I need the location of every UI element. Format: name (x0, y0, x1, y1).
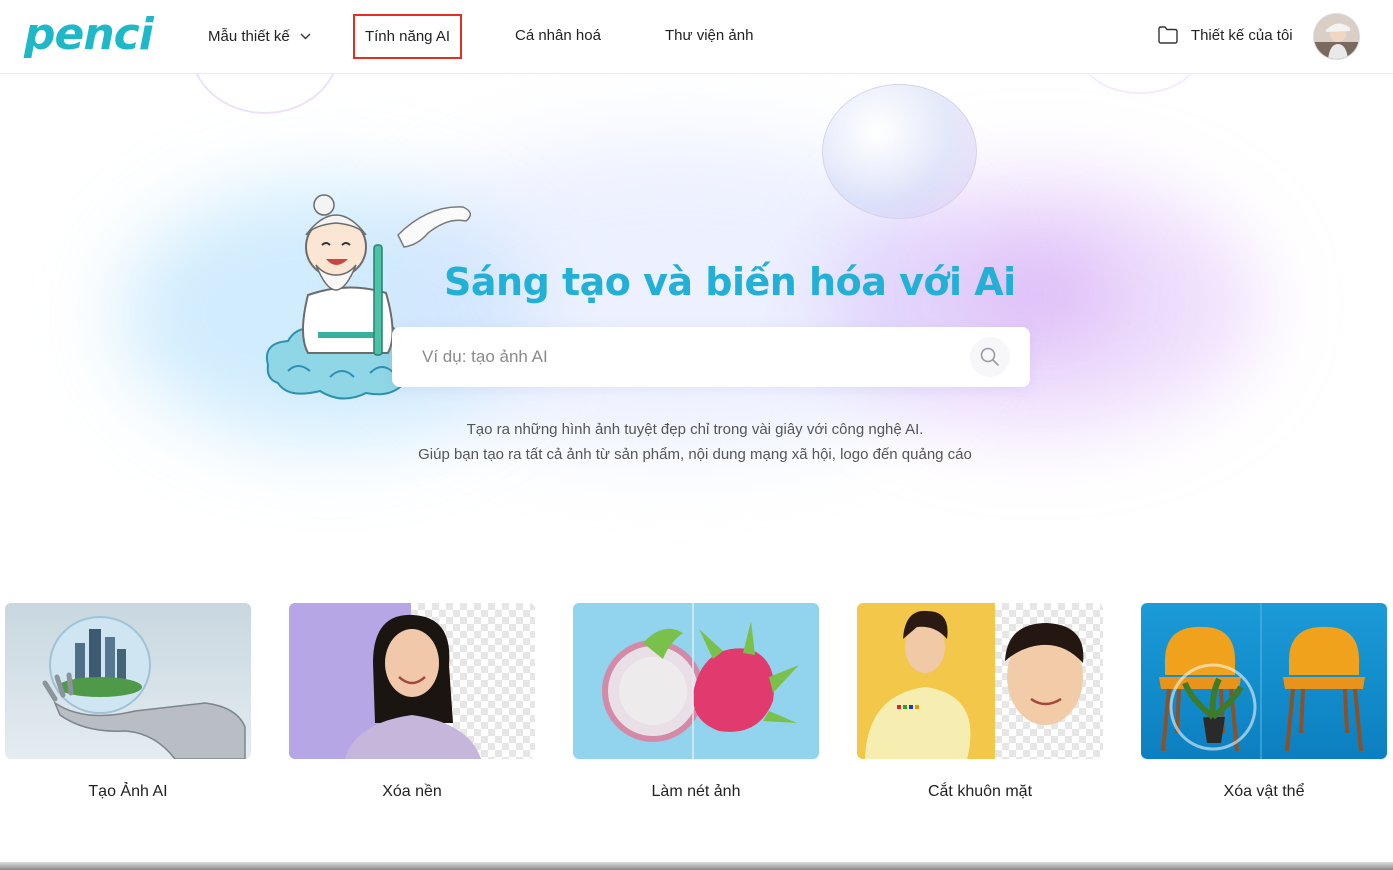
ai-image-thumbnail (5, 603, 251, 759)
nav-photo-gallery[interactable]: Thư viện ảnh (665, 24, 753, 48)
decor-bubble-small (1080, 74, 1200, 94)
face-cutout-thumbnail (857, 603, 1103, 759)
ai-search-box (392, 327, 1030, 387)
my-designs-label: Thiết kế của tôi (1190, 27, 1293, 44)
top-navbar: penci Mẫu thiết kế Tính năng AI Cá nhân … (0, 0, 1393, 74)
sharpen-image-thumbnail (573, 603, 819, 759)
remove-background-thumbnail (289, 603, 535, 759)
feature-card-remove-object[interactable]: Xóa vật thể (1141, 603, 1387, 803)
nav-templates-dropdown[interactable]: Mẫu thiết kế (208, 24, 311, 49)
user-avatar[interactable] (1314, 14, 1359, 59)
feature-card-sharpen-image[interactable]: Làm nét ảnh (573, 603, 819, 803)
chevron-down-icon (300, 24, 311, 48)
feature-label: Xóa vật thể (1223, 783, 1305, 800)
nav-templates-label: Mẫu thiết kế (208, 28, 290, 45)
nav-personalize[interactable]: Cá nhân hoá (515, 24, 601, 48)
feature-card-remove-background[interactable]: Xóa nền (289, 603, 535, 803)
nav-ai-features[interactable]: Tính năng AI (353, 14, 462, 59)
hero-description-line-2: Giúp bạn tạo ra tất cả ảnh từ sản phẩm, … (418, 446, 972, 463)
my-designs-link[interactable]: Thiết kế của tôi (1157, 24, 1293, 53)
hero-title: Sáng tạo và biến hóa với Ai (444, 260, 1016, 304)
decor-bubble-right (822, 84, 977, 219)
feature-card-ai-image[interactable]: Tạo Ảnh AI (5, 603, 251, 803)
feature-label: Tạo Ảnh AI (88, 783, 168, 800)
window-bottom-edge (0, 862, 1393, 870)
feature-label: Xóa nền (382, 783, 442, 800)
search-button[interactable] (970, 337, 1010, 377)
penci-logo[interactable]: penci (24, 10, 154, 60)
feature-label: Làm nét ảnh (651, 783, 741, 800)
hero-description-line-1: Tạo ra những hình ảnh tuyệt đẹp chỉ tron… (466, 421, 924, 438)
decor-bubble-left (190, 74, 340, 114)
feature-card-face-cutout[interactable]: Cắt khuôn mặt (857, 603, 1103, 803)
ai-search-input[interactable] (422, 327, 942, 387)
feature-label: Cắt khuôn mặt (927, 783, 1033, 800)
search-icon (980, 347, 999, 366)
remove-object-thumbnail (1141, 603, 1387, 759)
folder-icon (1157, 25, 1179, 53)
